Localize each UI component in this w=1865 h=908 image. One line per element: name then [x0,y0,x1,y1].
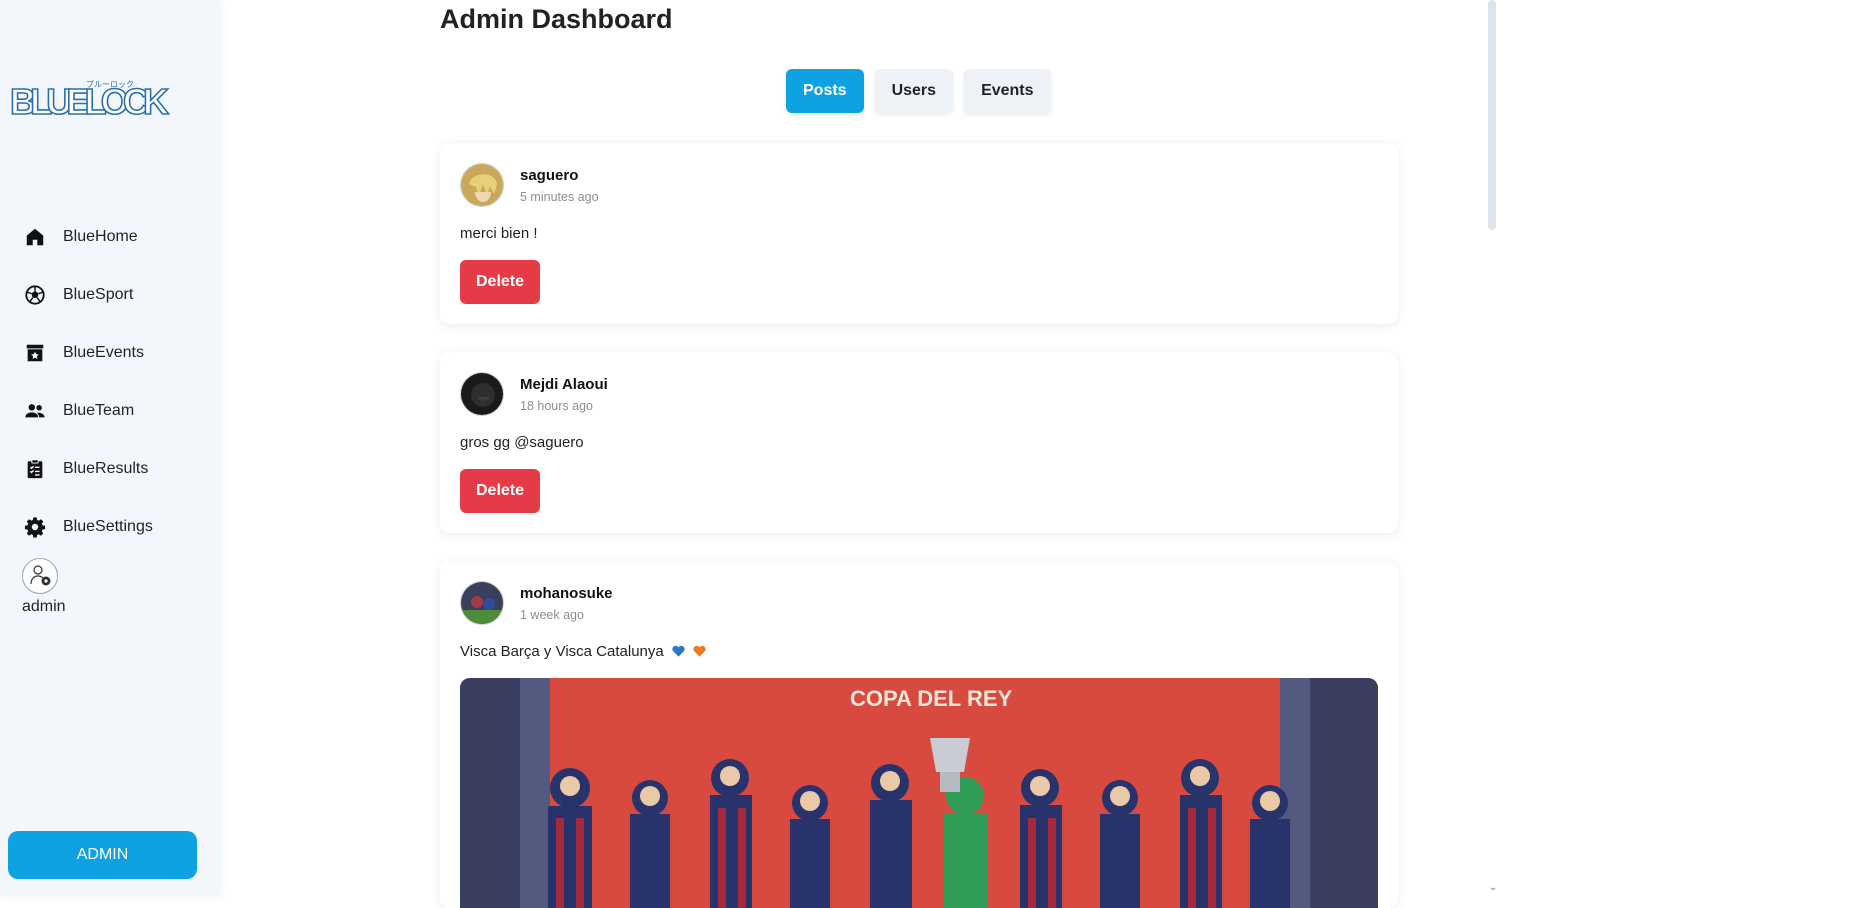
tab-events[interactable]: Events [964,69,1051,113]
post-card: mohanosuke 1 week ago Visca Barça y Visc… [440,561,1398,908]
post-timestamp: 18 hours ago [520,398,593,413]
svg-text:COPA DEL REY: COPA DEL REY [850,686,1013,711]
sidebar-item-label: BlueEvents [63,344,144,361]
avatar[interactable] [22,558,58,594]
clipboard-list-icon [23,457,47,481]
gear-icon [23,515,47,539]
sidebar-item-blueresults[interactable]: BlueResults [0,440,219,498]
sidebar-item-label: BlueResults [63,460,149,477]
sidebar-item-bluesettings[interactable]: BlueSettings [0,498,219,556]
event-star-icon [23,341,47,365]
bluelock-logo[interactable]: BLUELOCK ブルーロック [8,78,171,123]
delete-post-button[interactable]: Delete [460,469,540,513]
avatar[interactable] [460,163,504,207]
sidebar-item-label: BlueSettings [63,518,153,535]
post-timestamp: 1 week ago [520,607,584,622]
dashboard-tabs: Posts Users Events [786,69,1051,113]
post-timestamp: 5 minutes ago [520,189,599,204]
people-icon [23,399,47,423]
post-author[interactable]: saguero [520,167,599,184]
tab-users[interactable]: Users [874,69,954,113]
sidebar: BLUELOCK ブルーロック BlueHome BlueSport BlueE… [0,0,219,896]
sidebar-item-bluehome[interactable]: BlueHome [0,208,219,266]
soccer-ball-icon [23,283,47,307]
post-card: Mejdi Alaoui 18 hours ago gros gg @sague… [440,352,1398,533]
post-text-content: Visca Barça y Visca Catalunya [460,643,664,660]
svg-text:ブルーロック: ブルーロック [86,79,134,89]
post-text: Visca Barça y Visca Catalunya [460,643,1378,660]
sidebar-nav: BlueHome BlueSport BlueEvents BlueTeam B… [0,208,219,556]
sidebar-item-blueteam[interactable]: BlueTeam [0,382,219,440]
post-card: saguero 5 minutes ago merci bien ! Delet… [440,143,1398,324]
avatar[interactable] [460,372,504,416]
avatar[interactable] [460,581,504,625]
profile-name: admin [22,598,66,615]
admin-button[interactable]: ADMIN [8,831,197,879]
orange-heart-icon [693,645,706,657]
user-profile[interactable]: admin [22,558,112,616]
page-title: Admin Dashboard [440,4,673,34]
post-image[interactable]: COPA DEL REY [460,678,1378,908]
post-author[interactable]: mohanosuke [520,585,613,602]
post-text: merci bien ! [460,225,538,242]
post-text: gros gg @saguero [460,434,584,451]
blue-heart-icon [672,645,685,657]
sidebar-item-blueevents[interactable]: BlueEvents [0,324,219,382]
tab-posts[interactable]: Posts [786,69,864,113]
delete-post-button[interactable]: Delete [460,260,540,304]
post-author[interactable]: Mejdi Alaoui [520,376,608,393]
sidebar-item-label: BlueSport [63,286,134,303]
main-content: Admin Dashboard Posts Users Events sague… [219,0,1865,908]
sidebar-item-label: BlueTeam [63,402,135,419]
scrollbar-thumb[interactable] [1488,0,1496,230]
scroll-down-icon[interactable]: ⌄ [1489,882,1497,893]
home-icon [23,225,47,249]
sidebar-item-bluesport[interactable]: BlueSport [0,266,219,324]
sidebar-item-label: BlueHome [63,228,138,245]
